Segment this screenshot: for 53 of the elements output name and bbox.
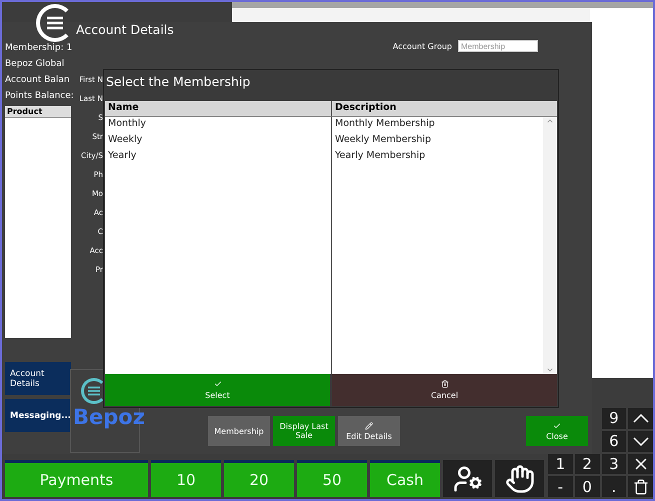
delete-key[interactable]	[628, 476, 653, 497]
user-gear-icon	[452, 464, 482, 494]
table-cell-text: Yearly Membership	[334, 149, 426, 163]
field-label: Account Group	[392, 42, 452, 50]
cancel-button[interactable]: Cancel	[332, 374, 557, 406]
numpad-key[interactable]: 2	[574, 454, 600, 474]
numpad-key[interactable]: -	[548, 476, 573, 497]
summary-text: Account Balan	[5, 74, 70, 87]
column-header: Product	[5, 106, 71, 118]
pencil-icon	[365, 422, 373, 430]
table-cell-text: Weekly Membership	[334, 133, 432, 147]
trash-icon	[440, 380, 448, 388]
list-item[interactable]: Yearly	[105, 149, 331, 165]
summary-text: Points Balance:	[5, 90, 74, 103]
action-button[interactable]: Edit Details	[338, 416, 400, 446]
list-item[interactable]: Monthly	[105, 117, 331, 133]
scroll-down-icon	[546, 366, 554, 374]
action-button[interactable]: Membership	[208, 416, 270, 446]
check-icon	[214, 380, 222, 388]
numpad-key[interactable]: 6	[602, 430, 626, 452]
logo-text: Bepoz	[73, 404, 145, 430]
numpad-key[interactable]: 9	[602, 408, 626, 429]
chevron-down-icon	[632, 436, 649, 446]
table-cell-text: Monthly Membership	[334, 117, 436, 131]
select-button[interactable]: Select	[105, 374, 330, 406]
numpad-key[interactable]: 3	[602, 454, 626, 474]
close-button[interactable]: Close	[526, 416, 588, 446]
numpad-key[interactable]: 0	[574, 476, 600, 497]
side-button[interactable]: Account Details	[5, 362, 71, 395]
summary-text: Membership: 1	[5, 42, 72, 55]
chevron-up-icon	[632, 414, 649, 423]
up-key[interactable]	[628, 408, 653, 429]
column-header: Name	[105, 101, 331, 117]
summary-text: Bepoz Global	[5, 58, 64, 71]
menu-icon	[46, 16, 64, 30]
menu-icon	[88, 386, 100, 396]
side-button[interactable]: Messaging...	[5, 399, 71, 432]
scroll-up-icon	[546, 117, 554, 125]
scrollbar[interactable]	[543, 117, 557, 374]
dialog-title: Select the Membership	[105, 73, 252, 91]
numpad-key[interactable]: 1	[548, 454, 573, 474]
action-button[interactable]: Display Last Sale	[273, 416, 335, 446]
column-header: Description	[331, 101, 557, 117]
hand-icon	[504, 464, 534, 494]
user-settings-button[interactable]	[443, 460, 492, 497]
numpad-key[interactable]: .	[602, 476, 626, 497]
hand-button[interactable]	[495, 460, 544, 497]
check-icon	[553, 422, 561, 430]
list-item[interactable]: Weekly	[105, 133, 331, 149]
clear-key[interactable]	[628, 454, 653, 474]
trash-icon	[632, 478, 649, 495]
window-title: Account Details	[76, 22, 174, 37]
down-key[interactable]	[628, 430, 653, 452]
